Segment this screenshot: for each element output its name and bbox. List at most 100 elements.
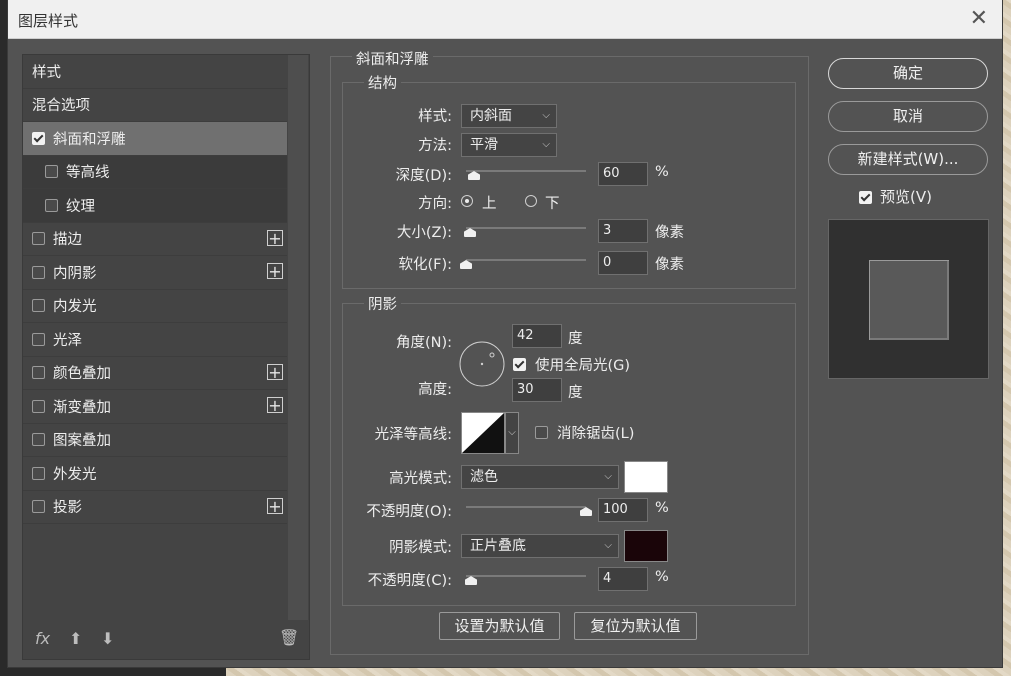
style-list-item[interactable]: 投影 + — [23, 491, 287, 524]
size-input[interactable]: 3 — [598, 219, 648, 243]
style-item-label: 图案叠加 — [53, 433, 111, 450]
altitude-input[interactable]: 30 — [512, 378, 562, 402]
style-list-item[interactable]: 光泽 — [23, 323, 287, 357]
style-list-item[interactable]: 渐变叠加 + — [23, 390, 287, 424]
style-checkbox[interactable] — [32, 433, 45, 447]
move-up-icon[interactable]: ⬆ — [69, 629, 82, 648]
shadow-color-swatch[interactable] — [624, 530, 668, 562]
highlight-opacity-slider[interactable] — [466, 506, 586, 508]
layer-style-dialog: 图层样式 ✕ 样式 混合选项 斜面和浮雕 等高线 纹理 描边 + 内阴影 + 内发光 光泽 颜色叠加 +… — [8, 0, 1002, 667]
chevron-down-icon: ⌵ — [604, 540, 612, 551]
style-item-label: 光泽 — [53, 332, 82, 349]
highlight-mode-label: 高光模式: — [389, 471, 452, 487]
style-list-item[interactable]: 图案叠加 — [23, 424, 287, 457]
style-list-item[interactable]: 颜色叠加 + — [23, 357, 287, 390]
add-icon[interactable]: + — [267, 497, 283, 514]
style-checkbox[interactable] — [32, 500, 45, 514]
antialias-checkbox[interactable] — [535, 426, 548, 439]
preview-swatch — [869, 260, 949, 340]
style-item-label: 外发光 — [53, 466, 97, 483]
style-item-label: 混合选项 — [32, 98, 90, 115]
move-down-icon[interactable]: ⬇ — [101, 629, 114, 648]
shadow-mode-value: 正片叠底 — [470, 538, 526, 554]
depth-label: 深度(D): — [395, 168, 452, 184]
gloss-contour-label: 光泽等高线: — [374, 427, 452, 443]
angle-label: 角度(N): — [395, 335, 452, 351]
make-default-button[interactable]: 设置为默认值 — [439, 612, 560, 640]
technique-select-value: 平滑 — [470, 137, 498, 153]
shadow-opacity-label: 不透明度(C): — [367, 573, 452, 589]
chevron-down-icon: ⌵ — [508, 427, 516, 438]
style-item-label: 样式 — [32, 64, 61, 81]
style-checkbox[interactable] — [32, 265, 45, 279]
style-checkbox[interactable] — [32, 131, 45, 145]
soften-slider[interactable] — [466, 259, 586, 261]
highlight-mode-value: 滤色 — [470, 469, 498, 485]
angle-input[interactable]: 42 — [512, 324, 562, 348]
style-checkbox[interactable] — [32, 232, 45, 246]
style-list-item[interactable]: 内阴影 + — [23, 256, 287, 290]
style-checkbox[interactable] — [32, 366, 45, 380]
style-list-item[interactable]: 外发光 — [23, 457, 287, 491]
angle-unit: 度 — [568, 331, 583, 347]
direction-down-radio[interactable] — [525, 195, 537, 207]
add-icon[interactable]: + — [267, 263, 283, 280]
highlight-opacity-input[interactable]: 100 — [598, 498, 648, 522]
style-checkbox[interactable] — [32, 299, 45, 313]
style-list-item[interactable]: 样式 — [23, 55, 287, 89]
soften-input[interactable]: 0 — [598, 251, 648, 275]
technique-label: 方法: — [418, 138, 452, 154]
soften-unit: 像素 — [655, 257, 684, 273]
style-item-label: 颜色叠加 — [53, 366, 111, 383]
depth-input[interactable]: 60 — [598, 162, 648, 186]
window-title: 图层样式 — [18, 12, 79, 30]
highlight-mode-select[interactable]: 滤色 ⌵ — [461, 465, 619, 489]
chevron-down-icon: ⌵ — [542, 110, 550, 121]
antialias-label: 消除锯齿(L) — [557, 426, 635, 442]
shadow-opacity-slider[interactable] — [466, 575, 586, 577]
technique-select[interactable]: 平滑 ⌵ — [461, 133, 557, 157]
gloss-contour-dropdown[interactable]: ⌵ — [505, 412, 519, 454]
fx-icon[interactable]: fx — [35, 629, 50, 648]
add-icon[interactable]: + — [267, 229, 283, 246]
direction-up-radio[interactable] — [461, 195, 473, 207]
styles-footer: fx ⬆ ⬇ 🗑 — [23, 623, 309, 659]
gloss-contour-preview[interactable] — [461, 412, 505, 454]
depth-slider[interactable] — [466, 170, 586, 172]
style-checkbox[interactable] — [45, 165, 58, 179]
trash-icon[interactable]: 🗑 — [279, 628, 299, 647]
style-list-item[interactable]: 等高线 — [23, 155, 287, 189]
add-icon[interactable]: + — [267, 397, 283, 414]
style-checkbox[interactable] — [32, 399, 45, 413]
style-checkbox[interactable] — [32, 332, 45, 346]
style-select-value: 内斜面 — [470, 108, 512, 124]
shadow-opacity-input[interactable]: 4 — [598, 567, 648, 591]
new-style-button[interactable]: 新建样式(W)... — [828, 144, 988, 175]
global-light-checkbox[interactable] — [513, 358, 526, 371]
preview-checkbox[interactable] — [859, 191, 872, 204]
style-checkbox[interactable] — [45, 198, 58, 212]
style-item-label: 描边 — [53, 232, 82, 249]
angle-dial[interactable] — [458, 340, 506, 388]
style-list-item[interactable]: 混合选项 — [23, 89, 287, 122]
cancel-button[interactable]: 取消 — [828, 101, 988, 132]
highlight-opacity-label: 不透明度(O): — [366, 504, 452, 520]
style-list-item[interactable]: 斜面和浮雕 — [23, 122, 287, 156]
close-icon[interactable]: ✕ — [970, 6, 988, 31]
highlight-color-swatch[interactable] — [624, 461, 668, 493]
size-slider[interactable] — [466, 227, 586, 229]
add-icon[interactable]: + — [267, 363, 283, 380]
style-list-item[interactable]: 内发光 — [23, 290, 287, 323]
style-list-item[interactable]: 纹理 — [23, 189, 287, 223]
direction-down-label: 下 — [545, 196, 560, 212]
ok-button[interactable]: 确定 — [828, 58, 988, 89]
highlight-opacity-unit: % — [655, 500, 669, 516]
shadow-mode-select[interactable]: 正片叠底 ⌵ — [461, 534, 619, 558]
scrollbar[interactable] — [288, 55, 308, 620]
style-select[interactable]: 内斜面 ⌵ — [461, 104, 557, 128]
style-item-label: 内发光 — [53, 299, 97, 316]
reset-default-button[interactable]: 复位为默认值 — [574, 612, 697, 640]
style-list-item[interactable]: 描边 + — [23, 223, 287, 256]
style-checkbox[interactable] — [32, 466, 45, 480]
style-label: 样式: — [418, 109, 452, 125]
